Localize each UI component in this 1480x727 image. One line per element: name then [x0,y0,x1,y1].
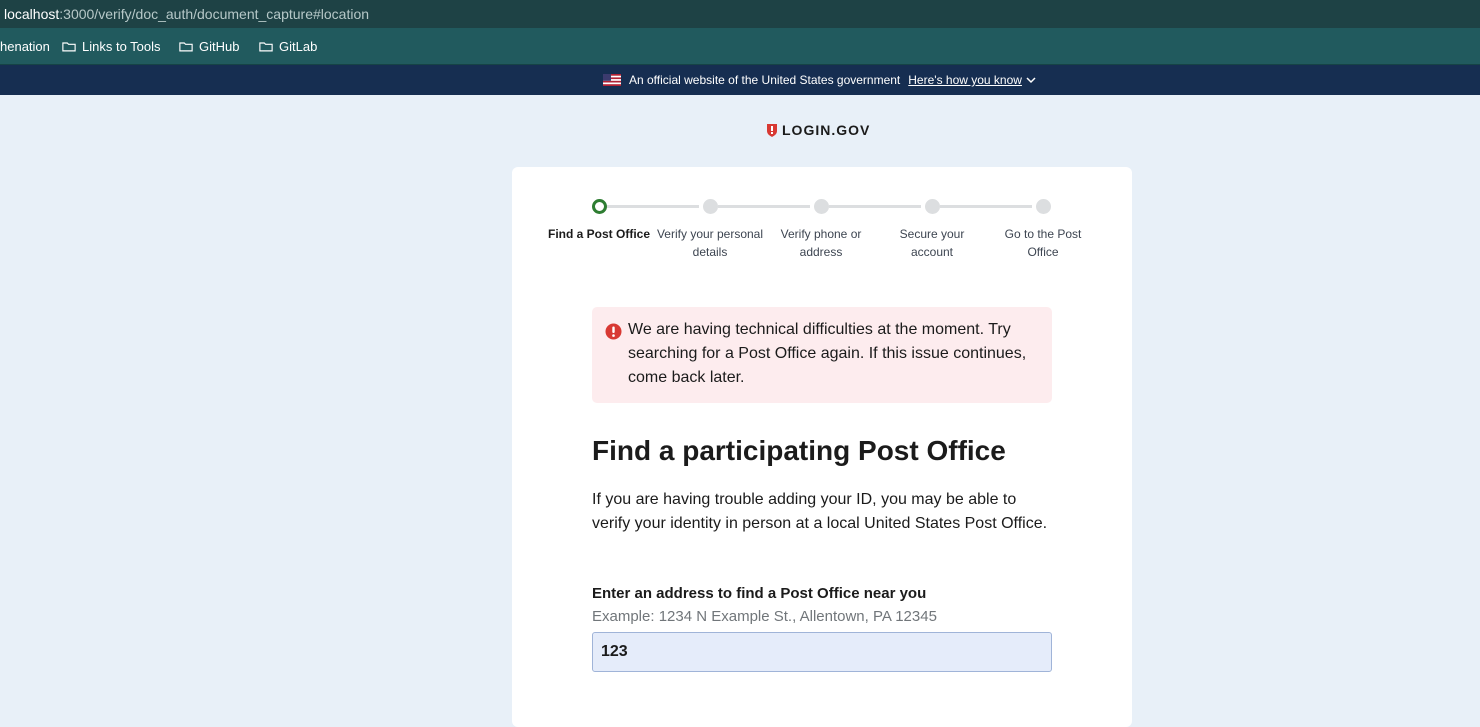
folder-icon [259,42,273,52]
login-gov-logo[interactable]: LOGIN.GOV [766,122,870,138]
gov-banner: An official website of the United States… [0,65,1480,95]
address-label: Enter an address to find a Post Office n… [592,585,927,602]
step-indicator: Find a Post Office Verify your personal … [512,197,1132,267]
bookmark-item[interactable]: henation [0,39,50,54]
error-alert: We are having technical difficulties at … [592,307,1052,403]
bookmarks-bar: henation Links to Tools GitHub GitLab [0,28,1480,65]
folder-icon [179,42,193,52]
chevron-down-icon [1026,77,1036,84]
step-connector [607,205,699,208]
folder-icon [62,42,76,52]
address-hint: Example: 1234 N Example St., Allentown, … [592,608,937,625]
step-label-secure-account: Secure your account [899,227,965,259]
step-dot [925,199,940,214]
bookmark-folder-gitlab[interactable]: GitLab [259,39,317,54]
shield-icon [767,124,777,137]
step-dot [814,199,829,214]
step-label-find-post-office: Find a Post Office [547,227,650,241]
step-dot [703,199,718,214]
heres-how-you-know-link[interactable]: Here's how you know [908,73,1036,87]
page-title: Find a participating Post Office [592,435,1006,466]
step-dot [1036,199,1051,214]
bookmark-folder-github[interactable]: GitHub [179,39,239,54]
intro-text: If you are having trouble adding your ID… [592,491,1048,532]
step-label-verify-personal-details: Verify your personal details [656,227,764,259]
step-connector [718,205,810,208]
us-flag-icon [603,74,621,86]
main-card: Find a Post Office Verify your personal … [512,167,1132,727]
address-input[interactable] [592,632,1052,672]
url-text[interactable]: localhost:3000/verify/doc_auth/document_… [4,6,369,22]
bookmark-folder-links-to-tools[interactable]: Links to Tools [62,39,161,54]
step-label-verify-phone: Verify phone or address [780,227,862,259]
error-message: We are having technical difficulties at … [628,321,1027,386]
step-connector [829,205,921,208]
step-dot-current [592,199,607,214]
gov-banner-text: An official website of the United States… [629,73,901,87]
browser-url-bar[interactable]: localhost:3000/verify/doc_auth/document_… [0,0,1480,28]
step-connector [940,205,1032,208]
error-icon [605,323,622,340]
step-label-go-to-post-office: Go to the Post Office [1004,227,1082,259]
